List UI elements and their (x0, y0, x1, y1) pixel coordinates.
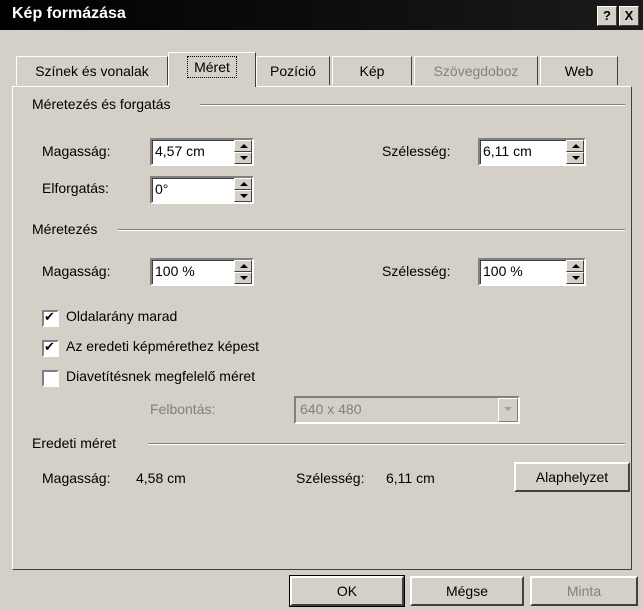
spin-up-icon[interactable] (234, 260, 252, 272)
spin-up-icon[interactable] (234, 178, 252, 190)
keep-aspect-label: Oldalarány marad (66, 308, 178, 324)
tab-label: Szövegdoboz (433, 63, 519, 79)
spin-down-icon[interactable] (234, 190, 252, 202)
group-divider (200, 104, 625, 106)
close-button[interactable]: X (619, 6, 639, 26)
rotation-spinner[interactable]: 0° (150, 176, 254, 204)
tab-label: Színek és vonalak (35, 63, 149, 79)
help-button[interactable]: ? (597, 6, 617, 26)
scale-width-value: 100 % (483, 263, 523, 279)
group-original-size-title: Eredeti méret (32, 435, 125, 451)
tab-label: Web (564, 63, 594, 79)
tab-colors-lines[interactable]: Színek és vonalak (16, 56, 168, 85)
rotation-value: 0° (155, 181, 169, 197)
original-height-label: Magasság: (42, 470, 111, 486)
group-divider (118, 229, 625, 231)
scale-height-value: 100 % (155, 263, 195, 279)
tab-label: Kép (359, 63, 385, 79)
original-width-label: Szélesség: (296, 470, 365, 486)
scale-width-label: Szélesség: (382, 263, 451, 279)
resolution-select[interactable]: 640 x 480 (294, 396, 520, 424)
slideshow-fit-label: Diavetítésnek megfelelő méret (66, 368, 256, 384)
spin-up-icon[interactable] (566, 260, 584, 272)
tab-picture[interactable]: Kép (332, 56, 412, 85)
chevron-down-icon[interactable] (498, 398, 518, 422)
group-divider (148, 443, 625, 445)
original-width-value: 6,11 cm (386, 470, 435, 486)
spin-up-icon[interactable] (234, 140, 252, 152)
cancel-button[interactable]: Mégse (410, 576, 524, 606)
tab-label: Pozíció (270, 63, 316, 79)
rotation-label: Elforgatás: (42, 180, 109, 196)
spin-down-icon[interactable] (566, 152, 584, 164)
resolution-value: 640 x 480 (300, 401, 362, 417)
relative-size-label: Az eredeti képmérethez képest (66, 338, 259, 354)
scale-height-spinner[interactable]: 100 % (150, 258, 254, 286)
height-label: Magasság: (42, 143, 111, 159)
tab-web[interactable]: Web (540, 56, 618, 85)
relative-size-checkbox[interactable] (42, 339, 59, 357)
keep-aspect-checkbox[interactable] (42, 309, 59, 327)
group-scale-title: Méretezés (32, 221, 106, 237)
slideshow-fit-checkbox[interactable] (42, 370, 59, 387)
tab-size[interactable]: Méret (168, 52, 256, 87)
spin-down-icon[interactable] (234, 272, 252, 284)
width-value: 6,11 cm (483, 143, 532, 159)
scale-height-label: Magasság: (42, 263, 111, 279)
scale-width-spinner[interactable]: 100 % (478, 258, 586, 286)
reset-button[interactable]: Alaphelyzet (514, 462, 630, 492)
height-spinner[interactable]: 4,57 cm (150, 138, 254, 166)
spin-up-icon[interactable] (566, 140, 584, 152)
spin-down-icon[interactable] (234, 152, 252, 164)
tab-label: Méret (187, 56, 237, 78)
width-spinner[interactable]: 6,11 cm (478, 138, 586, 166)
spin-down-icon[interactable] (566, 272, 584, 284)
width-label: Szélesség: (382, 143, 451, 159)
height-value: 4,57 cm (155, 143, 205, 159)
tab-position[interactable]: Pozíció (256, 56, 330, 85)
resolution-label: Felbontás: (150, 401, 216, 417)
original-height-value: 4,58 cm (136, 470, 186, 486)
tab-textbox[interactable]: Szövegdoboz (414, 56, 538, 85)
group-size-rotate-title: Méretezés és forgatás (32, 96, 179, 112)
preview-button[interactable]: Minta (530, 576, 638, 606)
ok-button[interactable]: OK (289, 575, 405, 607)
window-title: Kép formázása (12, 5, 126, 22)
